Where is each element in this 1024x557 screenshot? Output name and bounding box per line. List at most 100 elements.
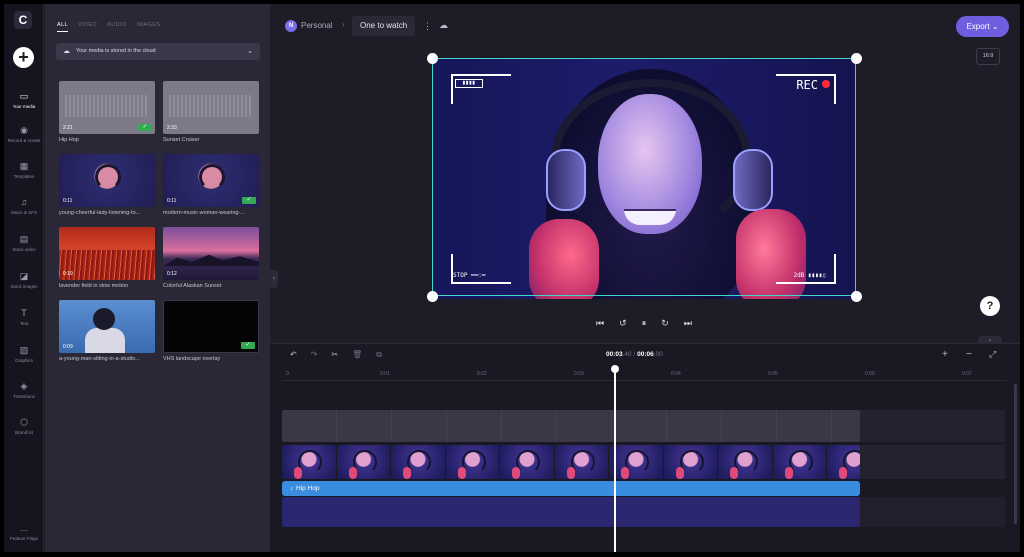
sidebar-item-label: Graphics	[14, 358, 33, 363]
tab-images[interactable]: IMAGES	[137, 22, 161, 32]
ruler-tick: 0:06	[865, 371, 875, 377]
help-button[interactable]: ?	[980, 296, 1000, 316]
clipchamp-editor: C + ▭ Your media ◉ Record & create ▦ Template…	[4, 4, 1020, 552]
zoom-in-icon[interactable]: +	[942, 349, 948, 360]
sidebar-item-templates[interactable]: ▦ Templates	[4, 160, 44, 179]
sidebar-item-label: Stock video	[12, 247, 36, 252]
timeline-scrollbar[interactable]	[1014, 384, 1017, 524]
media-title: Colorful Alaskan Sunset	[163, 283, 222, 289]
sidebar-item-label: Your media	[12, 104, 36, 109]
media-item[interactable]: 0:11 young-cheerful-lady-listening-to...	[59, 154, 155, 216]
project-name-field[interactable]: One to watch	[352, 16, 416, 36]
sidebar-item-label: Brand kit	[15, 430, 33, 435]
music-icon: ♫	[20, 197, 28, 207]
empty-track[interactable]	[282, 497, 860, 527]
media-thumbnail: 0:11 ✓	[163, 154, 259, 207]
add-media-button[interactable]: +	[13, 47, 34, 68]
cloud-sync-icon[interactable]: ☁	[439, 20, 448, 31]
overlay-track-clip[interactable]	[282, 410, 860, 442]
media-title: Sunset Cruiser	[163, 137, 200, 143]
media-tabs: ALL VIDEO AUDIO IMAGES	[57, 22, 160, 32]
sidebar-item-text[interactable]: T Text	[4, 307, 44, 326]
rewind-icon[interactable]: ↺	[619, 316, 627, 330]
video-frame-thumbnail	[554, 445, 609, 479]
video-frame-thumbnail	[827, 445, 860, 479]
app-logo[interactable]: C	[14, 11, 32, 29]
templates-icon: ▦	[19, 161, 29, 171]
media-item[interactable]: 2:21 ✓ Hip Hop	[59, 81, 155, 143]
empty-track-rest	[860, 497, 1005, 527]
sidebar-item-label: Stock images	[10, 284, 38, 289]
media-item[interactable]: 0:11 ✓ modern-music-woman-wearing-...	[163, 154, 259, 216]
media-thumbnail: 0:12	[163, 227, 259, 280]
media-title: VHS landscape overlay	[163, 356, 221, 362]
playhead[interactable]	[614, 368, 616, 552]
sidebar-item-music-sfx[interactable]: ♫ Music & SFX	[4, 196, 44, 215]
skip-forward-icon[interactable]: ⏭	[684, 316, 692, 330]
ruler-tick: 0:07	[962, 371, 972, 377]
added-check-icon: ✓	[138, 124, 152, 131]
sidebar-item-your-media[interactable]: ▭ Your media	[4, 90, 44, 109]
audio-track-label: Hip Hop	[296, 485, 320, 492]
export-button[interactable]: Export ⌄	[956, 16, 1009, 37]
media-title: Hip Hop	[59, 137, 79, 143]
cloud-storage-dropdown[interactable]: ☁ Your media is stored in the cloud ⌄	[56, 43, 260, 60]
workspace-avatar[interactable]: N	[285, 20, 297, 32]
split-icon[interactable]: ✂	[331, 350, 338, 360]
collapse-panel-button[interactable]: ‹	[270, 270, 278, 288]
ruler-tick: 0:03	[574, 371, 584, 377]
forward-icon[interactable]: ↻	[661, 316, 669, 330]
ruler-tick: 0:01	[380, 371, 390, 377]
skip-back-icon[interactable]: ⏮	[596, 316, 604, 330]
sidebar-item-stock-video[interactable]: ▤ Stock video	[4, 233, 44, 252]
media-duration: 0:11	[167, 198, 177, 204]
media-item[interactable]: 2:33 Sunset Cruiser	[163, 81, 259, 143]
graphics-icon: ▧	[19, 345, 29, 355]
sidebar-item-label: Record & create	[7, 138, 41, 143]
aspect-ratio-button[interactable]: 16:9	[976, 48, 1000, 65]
total-time: 00:06	[637, 351, 654, 358]
redo-icon[interactable]: ↷	[311, 350, 318, 360]
resize-handle-top-left[interactable]	[427, 53, 438, 64]
cloud-icon: ☁	[63, 48, 70, 55]
video-frame-thumbnail	[336, 445, 391, 479]
resize-handle-top-right[interactable]	[851, 53, 862, 64]
top-bar: N Personal › One to watch ⋮ ☁ Export ⌄ 1…	[270, 4, 1020, 65]
sidebar-item-label: Music & SFX	[10, 210, 37, 215]
video-frame-thumbnail	[500, 445, 555, 479]
delete-icon[interactable]: 🗑	[352, 350, 362, 360]
media-item[interactable]: 0:09 a-young-man-sitting-in-a-studio...	[59, 300, 155, 362]
tab-audio[interactable]: AUDIO	[107, 22, 126, 32]
resize-handle-bottom-right[interactable]	[851, 291, 862, 302]
workspace-name[interactable]: Personal	[301, 21, 333, 30]
media-item[interactable]: ✓ VHS landscape overlay	[163, 300, 259, 362]
sidebar-item-feature-flags[interactable]: … Feature Flags	[4, 522, 44, 541]
undo-icon[interactable]: ↶	[290, 350, 297, 360]
sidebar-item-brand-kit[interactable]: ⬡ Brand kit	[4, 416, 44, 435]
resize-handle-bottom-left[interactable]	[427, 291, 438, 302]
sidebar-item-stock-images[interactable]: ◪ Stock images	[4, 270, 44, 289]
playhead-handle[interactable]	[611, 365, 619, 373]
added-check-icon: ✓	[242, 197, 256, 204]
duplicate-icon[interactable]: ⧉	[376, 350, 382, 360]
sidebar-item-transitions[interactable]: ◈ Transitions	[4, 380, 44, 399]
video-frame-thumbnail	[772, 445, 827, 479]
ruler-tick: 0:05	[768, 371, 778, 377]
fit-timeline-icon[interactable]: ⤢	[989, 349, 996, 360]
media-item[interactable]: 0:19 lavender field in slow motion	[59, 227, 155, 289]
sidebar-item-graphics[interactable]: ▧ Graphics	[4, 344, 44, 363]
more-options-icon[interactable]: ⋮	[423, 21, 432, 32]
pause-icon[interactable]: ⏸	[642, 316, 647, 330]
audio-track-clip[interactable]: ♪ Hip Hop	[282, 481, 860, 496]
timeline-toolbar: ↶ ↷ ✂ 🗑 ⧉	[290, 350, 382, 360]
sidebar-item-record-create[interactable]: ◉ Record & create	[4, 124, 44, 143]
tab-all[interactable]: ALL	[57, 22, 68, 32]
media-item[interactable]: 0:12 Colorful Alaskan Sunset	[163, 227, 259, 289]
video-track-clip[interactable]	[282, 445, 860, 479]
zoom-out-icon[interactable]: −	[966, 349, 972, 360]
video-track-empty	[860, 445, 1005, 479]
tab-video[interactable]: VIDEO	[78, 22, 97, 32]
media-thumbnail: ✓	[163, 300, 259, 353]
time-ruler[interactable]: 0 0:01 0:02 0:03 0:04 0:05 0:06 0:07	[282, 371, 1007, 381]
timeline: ↶ ↷ ✂ 🗑 ⧉ 00:03.40 / 00:06.00 + − ⤢ 0 0:…	[270, 343, 1020, 552]
